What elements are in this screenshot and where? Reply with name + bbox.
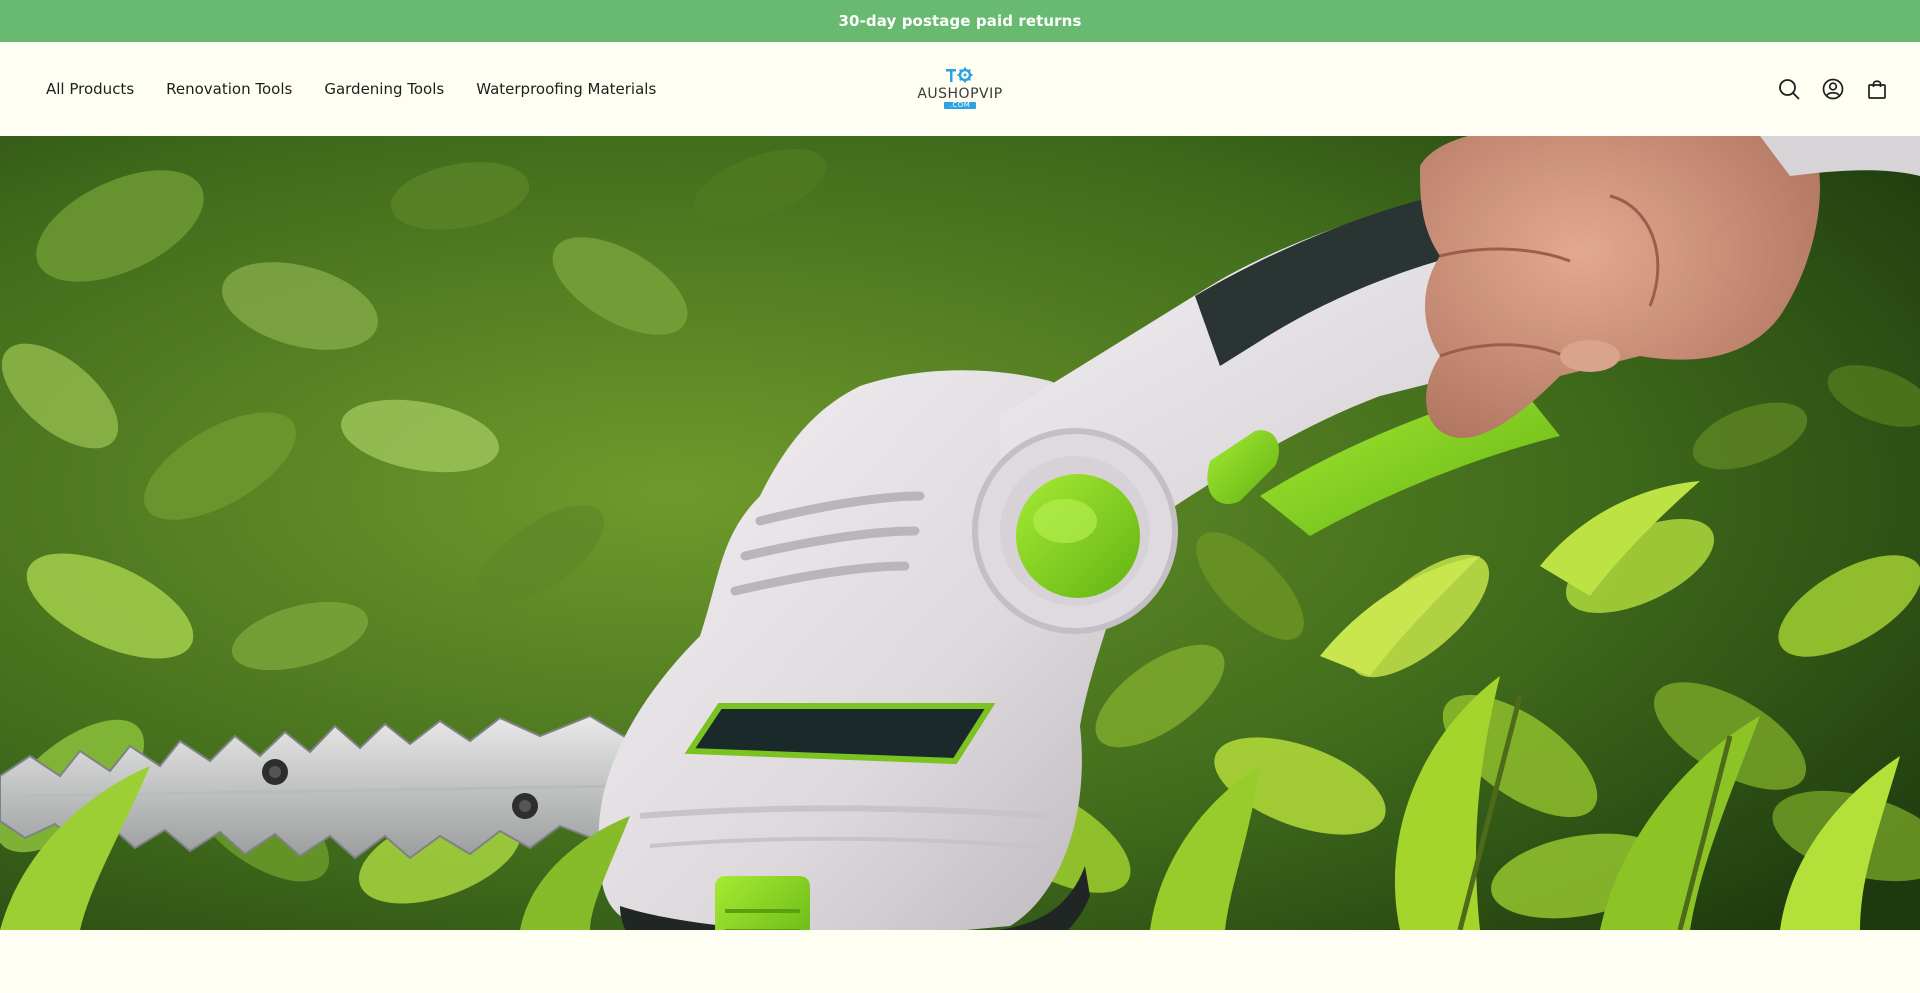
nav-renovation-tools[interactable]: Renovation Tools: [166, 80, 292, 98]
page-content-area: [0, 930, 1920, 993]
main-nav: All Products Renovation Tools Gardening …: [46, 42, 656, 136]
nav-gardening-tools[interactable]: Gardening Tools: [324, 80, 444, 98]
nav-waterproofing-materials[interactable]: Waterproofing Materials: [476, 80, 656, 98]
nav-all-products[interactable]: All Products: [46, 80, 134, 98]
hero-image: [0, 136, 1920, 930]
site-logo[interactable]: AUSHOPVIP .COM: [916, 66, 1004, 112]
site-header: All Products Renovation Tools Gardening …: [0, 42, 1920, 136]
logo-subtext: .COM: [943, 102, 977, 109]
logo-gear-icon: [946, 67, 973, 83]
search-icon[interactable]: [1776, 76, 1802, 102]
announcement-bar: 30-day postage paid returns: [0, 0, 1920, 42]
account-icon[interactable]: [1820, 76, 1846, 102]
cart-icon[interactable]: [1864, 76, 1890, 102]
hero-banner[interactable]: [0, 136, 1920, 930]
announcement-text: 30-day postage paid returns: [838, 12, 1082, 30]
header-actions: [1776, 42, 1890, 136]
logo-text: AUSHOPVIP: [917, 86, 1003, 102]
